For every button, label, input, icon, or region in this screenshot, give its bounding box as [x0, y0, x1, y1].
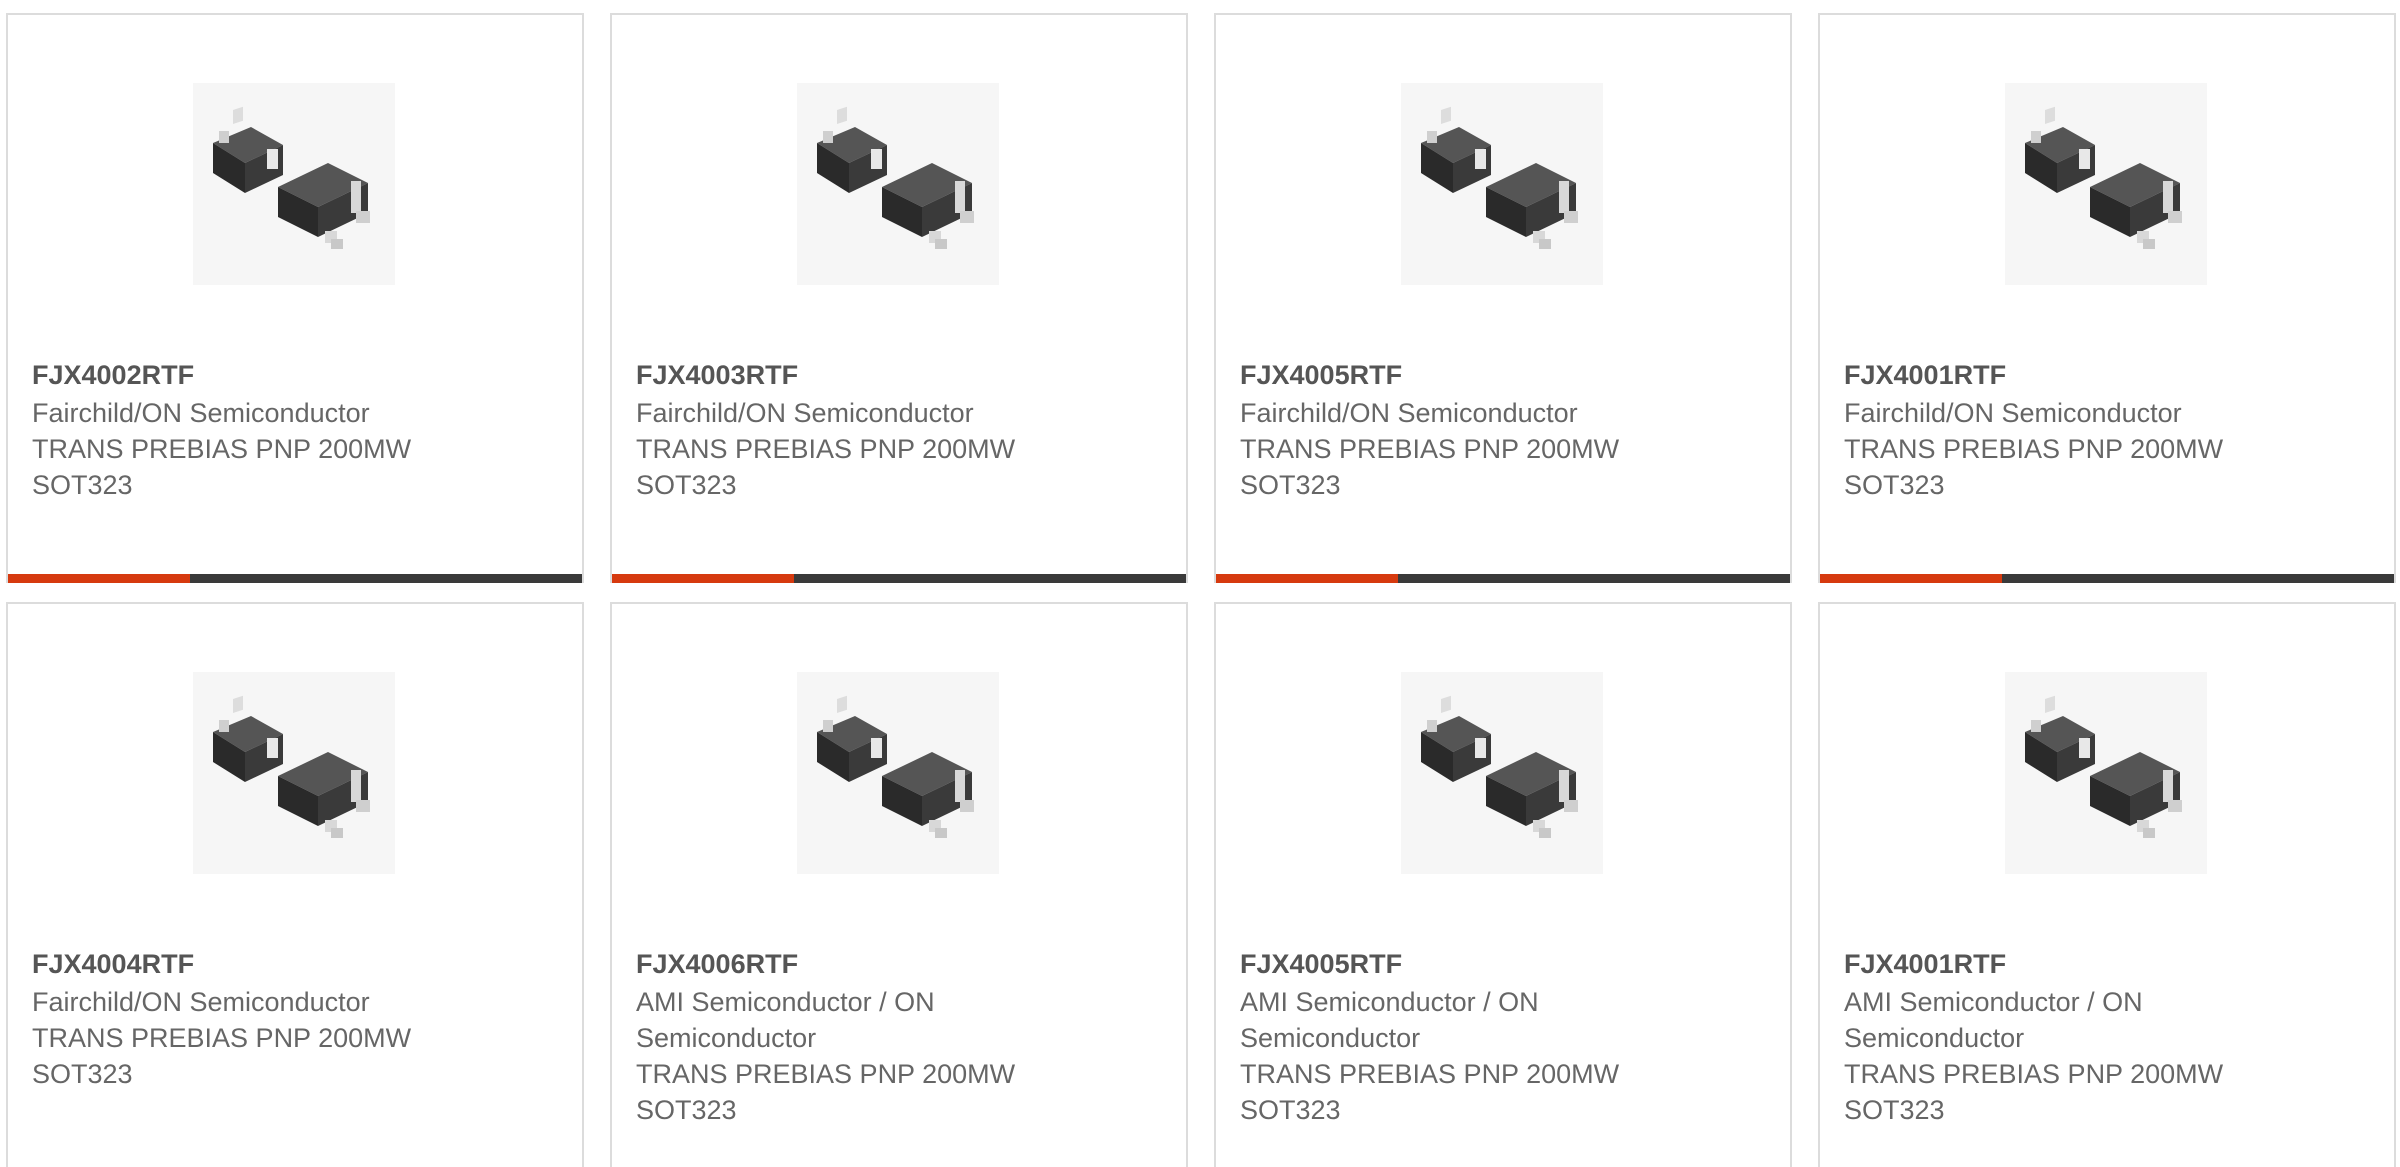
product-info: FJX4002RTF Fairchild/ON Semiconductor TR…: [32, 357, 472, 503]
part-number[interactable]: FJX4001RTF: [1844, 357, 2284, 393]
part-number[interactable]: FJX4001RTF: [1844, 946, 2284, 982]
sot323-package-image-icon: [817, 106, 974, 249]
product-image[interactable]: [1401, 672, 1603, 874]
card-bottom-bar: [612, 574, 1186, 583]
manufacturer: Fairchild/ON Semiconductor: [32, 398, 370, 428]
product-card[interactable]: FJX4004RTF Fairchild/ON Semiconductor TR…: [6, 602, 584, 1167]
product-card[interactable]: FJX4005RTF Fairchild/ON Semiconductor TR…: [1214, 13, 1792, 583]
product-image[interactable]: [1401, 83, 1603, 285]
product-image[interactable]: [2005, 83, 2207, 285]
product-info: FJX4001RTF Fairchild/ON Semiconductor TR…: [1844, 357, 2284, 503]
description: TRANS PREBIAS PNP 200MW SOT323: [1240, 1059, 1620, 1125]
card-accent-bar: [1820, 574, 2002, 583]
manufacturer: Fairchild/ON Semiconductor: [636, 398, 974, 428]
product-image[interactable]: [193, 672, 395, 874]
sot323-package-image-icon: [2025, 695, 2182, 838]
card-accent-bar: [612, 574, 794, 583]
product-info: FJX4006RTF AMI Semiconductor / ON Semico…: [636, 946, 1076, 1128]
sot323-package-image-icon: [2025, 106, 2182, 249]
product-grid: FJX4002RTF Fairchild/ON Semiconductor TR…: [0, 0, 2400, 1167]
manufacturer: AMI Semiconductor / ON Semiconductor: [1844, 987, 2143, 1053]
manufacturer: Fairchild/ON Semiconductor: [32, 987, 370, 1017]
part-number[interactable]: FJX4002RTF: [32, 357, 472, 393]
product-card[interactable]: FJX4003RTF Fairchild/ON Semiconductor TR…: [610, 13, 1188, 583]
description: TRANS PREBIAS PNP 200MW SOT323: [1844, 434, 2224, 500]
card-accent-bar: [1216, 574, 1398, 583]
sot323-package-image-icon: [213, 695, 370, 838]
product-info: FJX4005RTF Fairchild/ON Semiconductor TR…: [1240, 357, 1680, 503]
product-card[interactable]: FJX4005RTF AMI Semiconductor / ON Semico…: [1214, 602, 1792, 1167]
part-number[interactable]: FJX4006RTF: [636, 946, 1076, 982]
sot323-package-image-icon: [1421, 695, 1578, 838]
description: TRANS PREBIAS PNP 200MW SOT323: [1240, 434, 1620, 500]
card-bottom-bar: [1216, 574, 1790, 583]
sot323-package-image-icon: [213, 106, 370, 249]
description: TRANS PREBIAS PNP 200MW SOT323: [636, 434, 1016, 500]
manufacturer: AMI Semiconductor / ON Semiconductor: [636, 987, 935, 1053]
product-info: FJX4001RTF AMI Semiconductor / ON Semico…: [1844, 946, 2284, 1128]
product-info: FJX4004RTF Fairchild/ON Semiconductor TR…: [32, 946, 472, 1092]
description: TRANS PREBIAS PNP 200MW SOT323: [32, 1023, 412, 1089]
description: TRANS PREBIAS PNP 200MW SOT323: [1844, 1059, 2224, 1125]
product-image[interactable]: [2005, 672, 2207, 874]
card-bottom-bar: [1820, 574, 2394, 583]
sot323-package-image-icon: [817, 695, 974, 838]
manufacturer: Fairchild/ON Semiconductor: [1844, 398, 2182, 428]
product-info: FJX4003RTF Fairchild/ON Semiconductor TR…: [636, 357, 1076, 503]
part-number[interactable]: FJX4005RTF: [1240, 357, 1680, 393]
sot323-package-image-icon: [1421, 106, 1578, 249]
product-card[interactable]: FJX4001RTF Fairchild/ON Semiconductor TR…: [1818, 13, 2396, 583]
product-card[interactable]: FJX4002RTF Fairchild/ON Semiconductor TR…: [6, 13, 584, 583]
product-card[interactable]: FJX4006RTF AMI Semiconductor / ON Semico…: [610, 602, 1188, 1167]
card-bottom-bar: [8, 574, 582, 583]
product-image[interactable]: [193, 83, 395, 285]
description: TRANS PREBIAS PNP 200MW SOT323: [636, 1059, 1016, 1125]
product-image[interactable]: [797, 672, 999, 874]
manufacturer: Fairchild/ON Semiconductor: [1240, 398, 1578, 428]
product-image[interactable]: [797, 83, 999, 285]
product-card[interactable]: FJX4001RTF AMI Semiconductor / ON Semico…: [1818, 602, 2396, 1167]
part-number[interactable]: FJX4004RTF: [32, 946, 472, 982]
card-accent-bar: [8, 574, 190, 583]
manufacturer: AMI Semiconductor / ON Semiconductor: [1240, 987, 1539, 1053]
description: TRANS PREBIAS PNP 200MW SOT323: [32, 434, 412, 500]
part-number[interactable]: FJX4005RTF: [1240, 946, 1680, 982]
part-number[interactable]: FJX4003RTF: [636, 357, 1076, 393]
product-info: FJX4005RTF AMI Semiconductor / ON Semico…: [1240, 946, 1680, 1128]
